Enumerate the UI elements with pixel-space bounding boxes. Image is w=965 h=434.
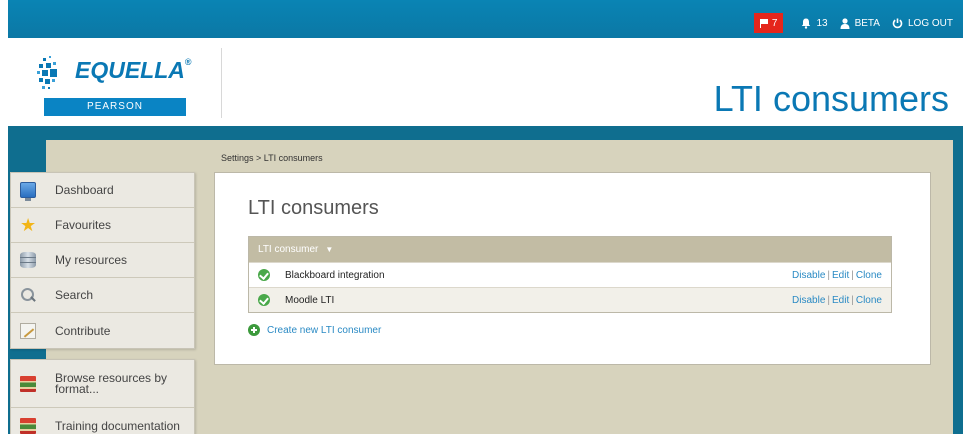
sort-arrow-icon[interactable]: ▼	[325, 245, 333, 254]
create-new-lti-consumer-link[interactable]: Create new LTI consumer	[248, 324, 381, 336]
flag-count: 7	[771, 17, 778, 29]
top-bar-actions: 7 13 BETA LOG OUT	[753, 13, 953, 33]
books-icon	[20, 417, 36, 434]
logo-dots-icon	[37, 56, 57, 89]
sidebar-item-label: Browse resources by format...	[55, 372, 167, 396]
plus-circle-icon	[248, 324, 260, 336]
row-actions: Disable | Edit | Clone	[792, 295, 882, 306]
flag-icon	[759, 18, 768, 28]
notification-count: 13	[816, 17, 828, 29]
books-icon	[20, 375, 36, 392]
sidebar-item-label: Dashboard	[55, 183, 114, 197]
sidebar-item-label: Contribute	[55, 323, 111, 338]
column-header-label: LTI consumer	[258, 244, 319, 255]
breadcrumb-settings-link[interactable]: Settings	[221, 153, 254, 163]
top-bar: 7 13 BETA LOG OUT	[8, 0, 963, 38]
column-header-lti-consumer[interactable]: LTI consumer ▼	[249, 237, 891, 262]
enabled-check-icon	[258, 294, 270, 306]
notifications-button[interactable]: 13	[801, 17, 828, 29]
table-row: Moodle LTI Disable | Edit | Clone	[249, 287, 891, 312]
page-header: EQUELLA® PEARSON LTI consumers	[8, 38, 963, 126]
logo-text: EQUELLA	[75, 57, 185, 83]
action-separator: |	[827, 269, 831, 281]
sidebar-menu: Dashboard ★ Favourites My resources Sear…	[10, 172, 195, 434]
sidebar-item-contribute[interactable]: Contribute	[11, 313, 194, 348]
action-separator: |	[851, 269, 854, 281]
breadcrumb: Settings > LTI consumers	[221, 153, 323, 163]
consumer-name: Moodle LTI	[285, 294, 335, 306]
action-separator: |	[827, 294, 831, 306]
edit-link[interactable]: Edit	[832, 295, 849, 306]
clone-link[interactable]: Clone	[856, 270, 882, 281]
consumer-name: Blackboard integration	[285, 269, 385, 281]
header-divider	[221, 48, 222, 118]
logo-registered-mark: ®	[184, 57, 192, 67]
user-icon	[840, 17, 850, 29]
clone-link[interactable]: Clone	[856, 295, 882, 306]
edit-link[interactable]: Edit	[832, 270, 849, 281]
page-title: LTI consumers	[713, 78, 949, 119]
logout-button[interactable]: LOG OUT	[892, 18, 953, 29]
logout-label: LOG OUT	[907, 17, 953, 29]
flag-notifications-button[interactable]: 7	[753, 13, 784, 33]
panel-title: LTI consumers	[248, 197, 379, 219]
disable-link[interactable]: Disable	[792, 270, 825, 281]
sidebar-item-label: Favourites	[55, 218, 112, 232]
sidebar-item-training-documentation[interactable]: Training documentation	[11, 408, 194, 434]
sidebar-item-label-line2: format...	[55, 381, 100, 396]
sidebar-item-label: Search	[55, 288, 94, 302]
disable-link[interactable]: Disable	[792, 295, 825, 306]
sidebar-item-search[interactable]: Search	[11, 278, 194, 313]
sidebar-item-dashboard[interactable]: Dashboard	[11, 173, 194, 208]
row-actions: Disable | Edit | Clone	[792, 270, 882, 281]
breadcrumb-current: LTI consumers	[263, 153, 323, 163]
user-label: BETA	[854, 17, 880, 29]
logo-pearson-bar: PEARSON	[44, 98, 186, 116]
breadcrumb-separator: >	[253, 153, 264, 163]
logo-wordmark: EQUELLA®	[75, 57, 192, 84]
action-separator: |	[851, 294, 854, 306]
bell-icon	[802, 18, 811, 29]
nav-group-main: Dashboard ★ Favourites My resources Sear…	[10, 172, 195, 349]
sidebar-item-label: My resources	[55, 253, 128, 267]
sidebar-item-favourites[interactable]: ★ Favourites	[11, 208, 194, 243]
search-icon	[20, 287, 36, 303]
user-menu-button[interactable]: BETA	[840, 18, 880, 29]
sidebar-item-my-resources[interactable]: My resources	[11, 243, 194, 278]
equella-logo[interactable]: EQUELLA® PEARSON	[37, 48, 192, 118]
power-icon	[892, 18, 903, 28]
database-icon	[20, 252, 36, 268]
contribute-icon	[20, 322, 36, 339]
lti-consumers-panel: LTI consumers LTI consumer ▼ Blackboard …	[214, 172, 931, 365]
sidebar-item-label: Training documentation	[55, 418, 180, 433]
enabled-check-icon	[258, 269, 270, 281]
star-icon: ★	[20, 215, 37, 235]
table-row: Blackboard integration Disable | Edit | Clon…	[249, 262, 891, 287]
dashboard-icon	[20, 182, 36, 201]
nav-group-secondary: Browse resources by format... Training d…	[10, 359, 195, 434]
create-link-label: Create new LTI consumer	[267, 324, 382, 336]
lti-consumer-table: LTI consumer ▼ Blackboard integration Di…	[248, 236, 892, 313]
sidebar-item-browse-resources[interactable]: Browse resources by format...	[11, 360, 194, 408]
